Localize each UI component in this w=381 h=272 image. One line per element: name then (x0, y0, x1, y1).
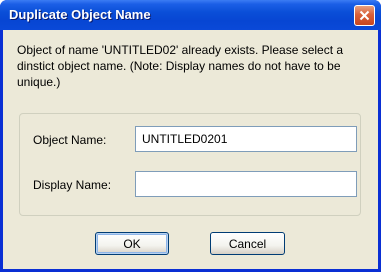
close-button[interactable] (354, 5, 375, 26)
title-bar[interactable]: Duplicate Object Name (0, 0, 381, 30)
name-group: Object Name: UNTITLED0201 Display Name: (19, 113, 361, 216)
display-name-label: Display Name: (33, 178, 112, 192)
display-name-input[interactable] (135, 171, 357, 197)
close-icon (359, 10, 370, 21)
message-text: Object of name 'UNTITLED02' already exis… (17, 43, 344, 89)
dialog-window: Duplicate Object Name Object of name 'UN… (0, 0, 381, 272)
dialog-title: Duplicate Object Name (9, 7, 151, 22)
cancel-button[interactable]: Cancel (210, 232, 285, 255)
dialog-body: Object of name 'UNTITLED02' already exis… (3, 30, 378, 269)
object-name-label: Object Name: (33, 133, 107, 147)
object-name-input[interactable]: UNTITLED0201 (135, 126, 357, 152)
ok-button[interactable]: OK (95, 232, 169, 255)
